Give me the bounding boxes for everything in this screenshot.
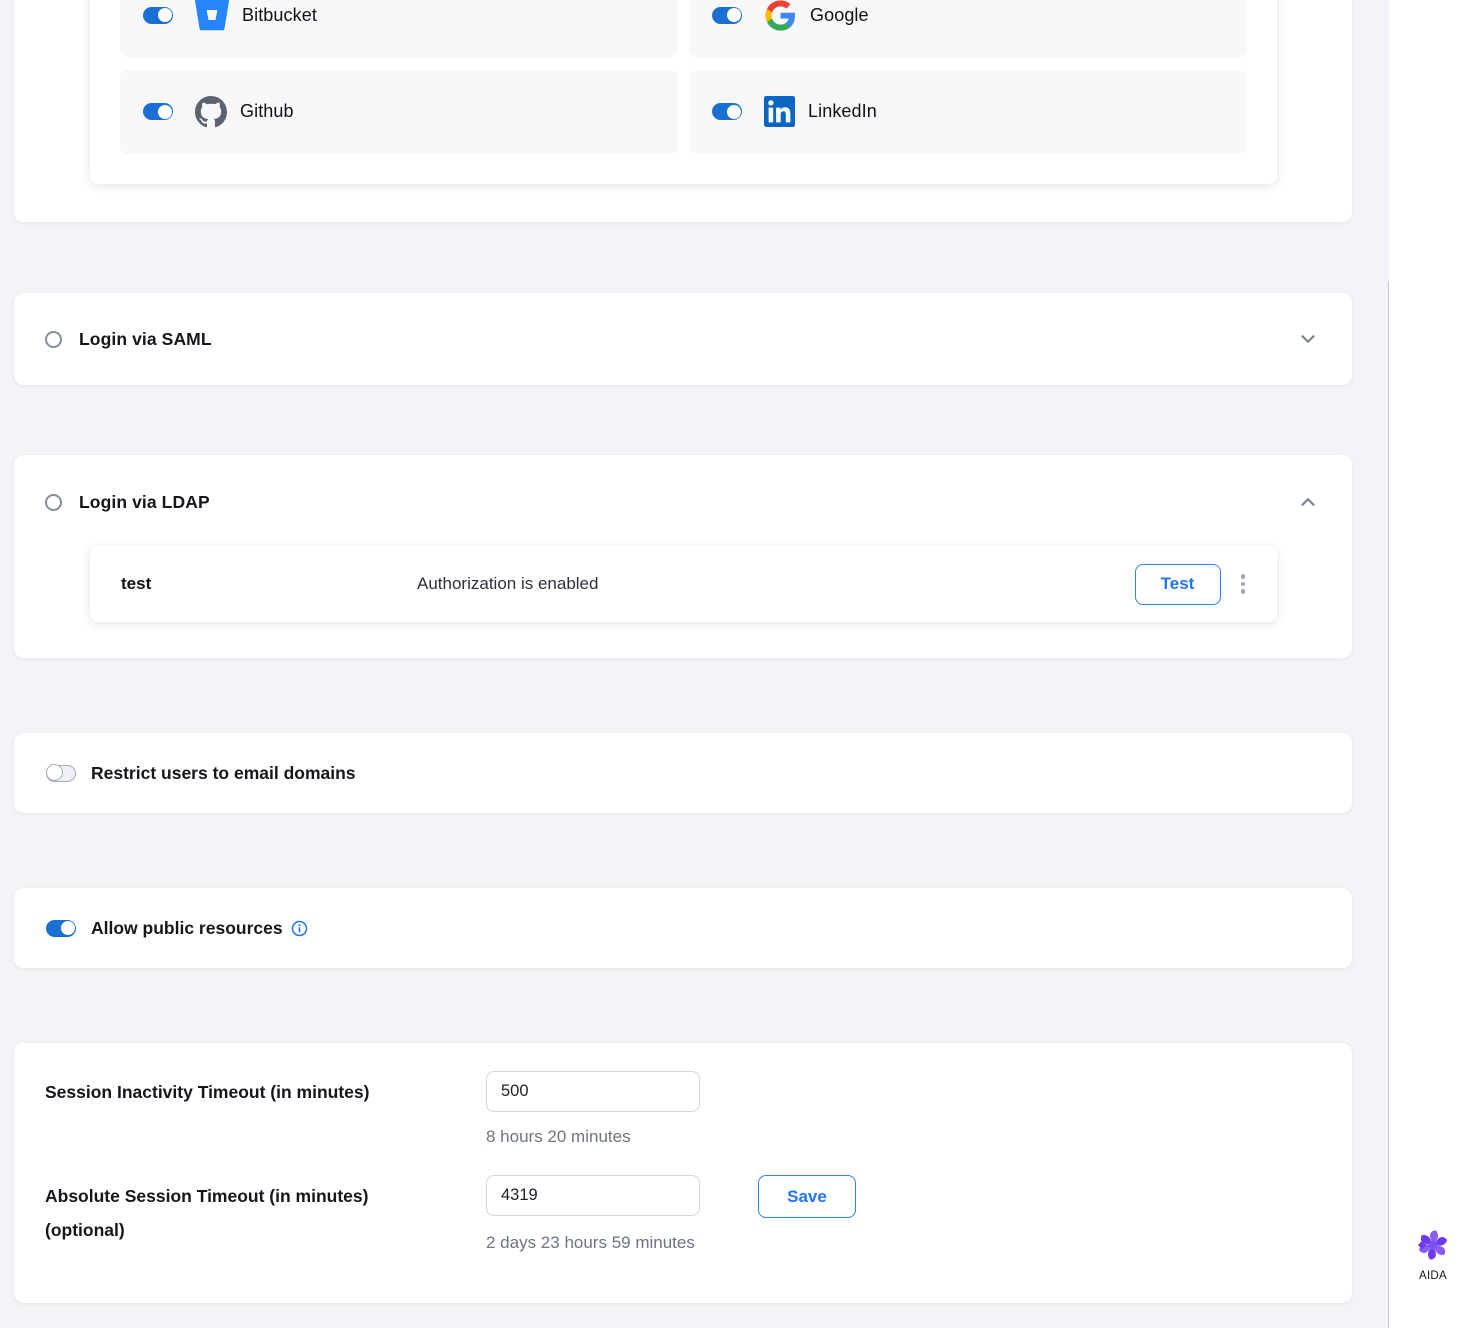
allow-public-resources-toggle[interactable] xyxy=(46,920,76,937)
restrict-email-domains-card: Restrict users to email domains xyxy=(14,733,1352,813)
provider-row-github: Github xyxy=(120,70,678,154)
google-icon xyxy=(764,0,797,32)
absolute-timeout-label-line1: Absolute Session Timeout (in minutes) xyxy=(45,1179,486,1213)
github-icon xyxy=(195,96,227,128)
provider-label: Bitbucket xyxy=(242,5,317,26)
ldap-section-header[interactable]: Login via LDAP xyxy=(14,481,1352,523)
ldap-title: Login via LDAP xyxy=(79,492,210,513)
vertical-divider xyxy=(1388,281,1389,1328)
provider-label: Github xyxy=(240,101,294,122)
provider-row-bitbucket: Bitbucket xyxy=(120,0,678,57)
github-toggle[interactable] xyxy=(143,103,173,120)
allow-public-resources-card: Allow public resources xyxy=(14,888,1352,968)
aida-logo-icon xyxy=(1416,1249,1450,1266)
absolute-timeout-label: Absolute Session Timeout (in minutes) (o… xyxy=(45,1175,486,1253)
chevron-up-icon[interactable] xyxy=(1297,491,1319,513)
session-timeouts-card: Session Inactivity Timeout (in minutes) … xyxy=(14,1043,1352,1303)
kebab-menu-icon[interactable] xyxy=(1235,570,1252,598)
saml-section-header[interactable]: Login via SAML xyxy=(14,293,1352,385)
ldap-section-card: Login via LDAP test Authorization is ena… xyxy=(14,455,1352,658)
bitbucket-icon xyxy=(195,0,229,32)
ldap-test-button[interactable]: Test xyxy=(1135,564,1221,605)
absolute-timeout-label-line2: (optional) xyxy=(45,1213,486,1247)
info-icon[interactable] xyxy=(291,920,308,937)
absolute-timeout-input[interactable] xyxy=(486,1175,700,1216)
aida-label: AIDA xyxy=(1404,1270,1462,1282)
saml-title: Login via SAML xyxy=(79,329,212,350)
ldap-entry-status: Authorization is enabled xyxy=(417,574,598,594)
provider-row-linkedin: LinkedIn xyxy=(689,70,1247,154)
restrict-email-domains-label: Restrict users to email domains xyxy=(91,763,356,784)
provider-label: Google xyxy=(810,5,869,26)
inactivity-timeout-input[interactable] xyxy=(486,1071,700,1112)
ldap-entry-row: test Authorization is enabled Test xyxy=(90,546,1277,622)
allow-public-resources-label: Allow public resources xyxy=(91,918,283,939)
social-providers-card: Bitbucket Google xyxy=(14,0,1352,222)
bitbucket-toggle[interactable] xyxy=(143,7,173,24)
ldap-entry-name: test xyxy=(121,574,417,594)
save-button[interactable]: Save xyxy=(758,1175,856,1218)
saml-section-card: Login via SAML xyxy=(14,293,1352,385)
linkedin-icon xyxy=(764,96,795,127)
absolute-timeout-row: Absolute Session Timeout (in minutes) (o… xyxy=(45,1175,1321,1253)
inactivity-timeout-label: Session Inactivity Timeout (in minutes) xyxy=(45,1071,486,1147)
ldap-radio[interactable] xyxy=(45,494,62,511)
aida-badge[interactable]: AIDA xyxy=(1404,1228,1462,1282)
inactivity-timeout-hint: 8 hours 20 minutes xyxy=(486,1127,1321,1147)
auth-settings-page: Bitbucket Google xyxy=(0,0,1480,1328)
linkedin-toggle[interactable] xyxy=(712,103,742,120)
absolute-timeout-hint: 2 days 23 hours 59 minutes xyxy=(486,1233,1321,1253)
google-toggle[interactable] xyxy=(712,7,742,24)
chevron-down-icon[interactable] xyxy=(1297,328,1319,350)
inactivity-timeout-row: Session Inactivity Timeout (in minutes) … xyxy=(45,1071,1321,1147)
provider-row-google: Google xyxy=(689,0,1247,57)
right-gutter-panel xyxy=(1389,0,1480,1328)
provider-label: LinkedIn xyxy=(808,101,877,122)
social-providers-panel: Bitbucket Google xyxy=(90,0,1277,184)
saml-radio[interactable] xyxy=(45,331,62,348)
restrict-email-domains-toggle[interactable] xyxy=(46,765,76,782)
